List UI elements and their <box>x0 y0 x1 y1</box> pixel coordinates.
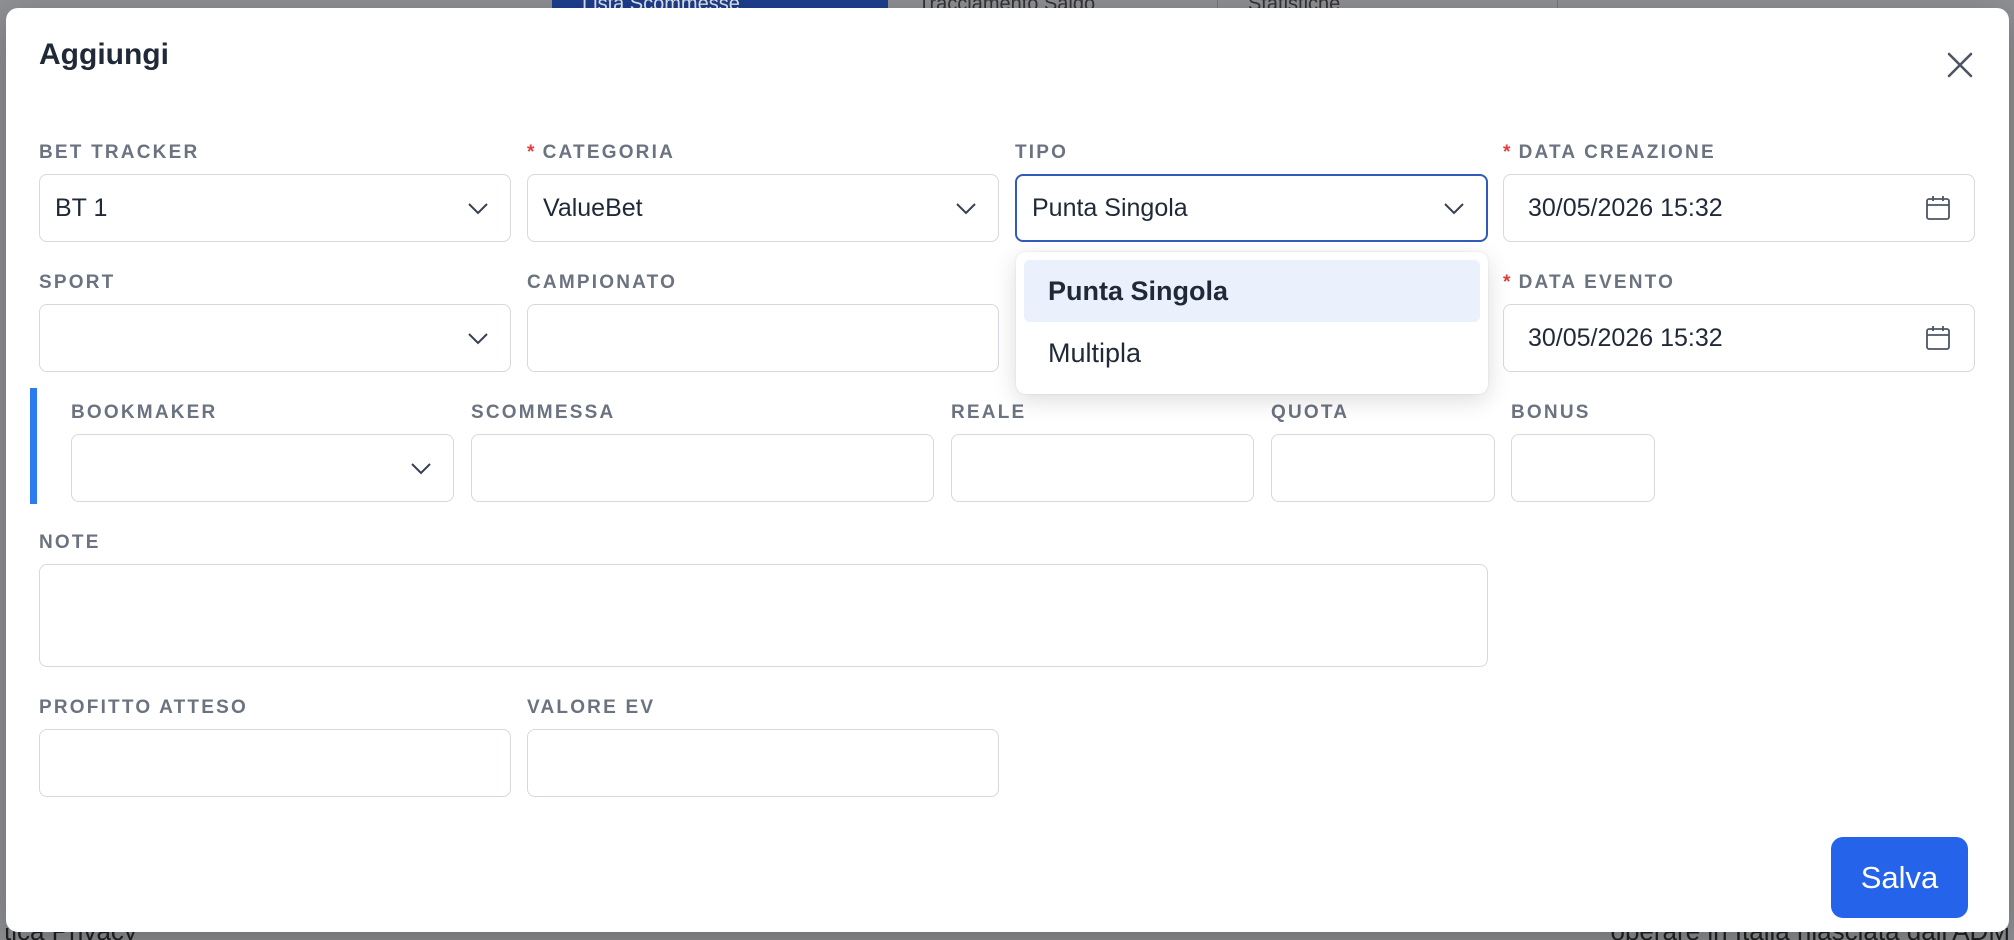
tipo-select[interactable]: Punta Singola <box>1015 174 1488 242</box>
chevron-down-icon <box>468 333 488 345</box>
reale-label: REALE <box>951 402 1027 423</box>
sport-select[interactable] <box>39 304 511 372</box>
valore-ev-input[interactable] <box>527 729 999 797</box>
campionato-label: CAMPIONATO <box>527 272 678 293</box>
tipo-dropdown-menu: Punta Singola Multipla <box>1016 252 1488 394</box>
bonus-label: BONUS <box>1511 402 1591 423</box>
background-tab-lista: Lista Scommesse <box>552 0 888 8</box>
note-label: NOTE <box>39 532 101 553</box>
scommessa-input[interactable] <box>471 434 934 502</box>
tipo-option-punta-singola[interactable]: Punta Singola <box>1024 260 1480 322</box>
categoria-value: ValueBet <box>543 193 643 222</box>
bookmaker-label: BOOKMAKER <box>71 402 218 423</box>
modal-title: Aggiungi <box>39 38 169 71</box>
categoria-select[interactable]: ValueBet <box>527 174 999 242</box>
calendar-icon[interactable] <box>1924 324 1952 352</box>
profitto-atteso-label: PROFITTO ATTESO <box>39 697 248 718</box>
bookmaker-select[interactable] <box>71 434 454 502</box>
close-icon <box>1947 52 1973 78</box>
data-creazione-label: * DATA CREAZIONE <box>1503 142 1716 163</box>
save-button[interactable]: Salva <box>1831 837 1968 918</box>
quota-label: QUOTA <box>1271 402 1350 423</box>
sport-label: SPORT <box>39 272 116 293</box>
chevron-down-icon <box>411 463 431 475</box>
chevron-down-icon <box>956 203 976 215</box>
bookmaker-accent-bar <box>30 388 37 504</box>
background-tabs: Lista Scommesse Tracciamento Saldo Stati… <box>552 0 1558 8</box>
data-evento-input[interactable]: 30/05/2026 15:32 <box>1503 304 1975 372</box>
quota-input[interactable] <box>1271 434 1495 502</box>
categoria-label: * CATEGORIA <box>527 142 675 163</box>
campionato-input[interactable] <box>527 304 999 372</box>
chevron-down-icon <box>468 203 488 215</box>
reale-input[interactable] <box>951 434 1254 502</box>
bet-tracker-select[interactable]: BT 1 <box>39 174 511 242</box>
bonus-input[interactable] <box>1511 434 1655 502</box>
profitto-atteso-input[interactable] <box>39 729 511 797</box>
chevron-down-icon <box>1444 203 1464 215</box>
close-button[interactable] <box>1941 46 1979 84</box>
valore-ev-label: VALORE EV <box>527 697 656 718</box>
bet-tracker-value: BT 1 <box>55 193 108 222</box>
background-tab-saldo: Tracciamento Saldo <box>888 0 1218 8</box>
data-creazione-input[interactable]: 30/05/2026 15:32 <box>1503 174 1975 242</box>
calendar-icon[interactable] <box>1924 194 1952 222</box>
note-textarea[interactable] <box>39 564 1488 667</box>
background-tab-statistiche: Statistiche <box>1218 0 1558 8</box>
data-creazione-value: 30/05/2026 15:32 <box>1528 193 1723 222</box>
bet-tracker-label: BET TRACKER <box>39 142 200 163</box>
data-evento-value: 30/05/2026 15:32 <box>1528 323 1723 352</box>
tipo-label: TIPO <box>1015 142 1069 163</box>
add-modal: Aggiungi BET TRACKER BT 1 * CATEGORIA Val… <box>6 8 2009 932</box>
data-evento-label: * DATA EVENTO <box>1503 272 1676 293</box>
scommessa-label: SCOMMESSA <box>471 402 616 423</box>
tipo-option-multipla[interactable]: Multipla <box>1024 322 1480 384</box>
tipo-value: Punta Singola <box>1032 193 1188 222</box>
